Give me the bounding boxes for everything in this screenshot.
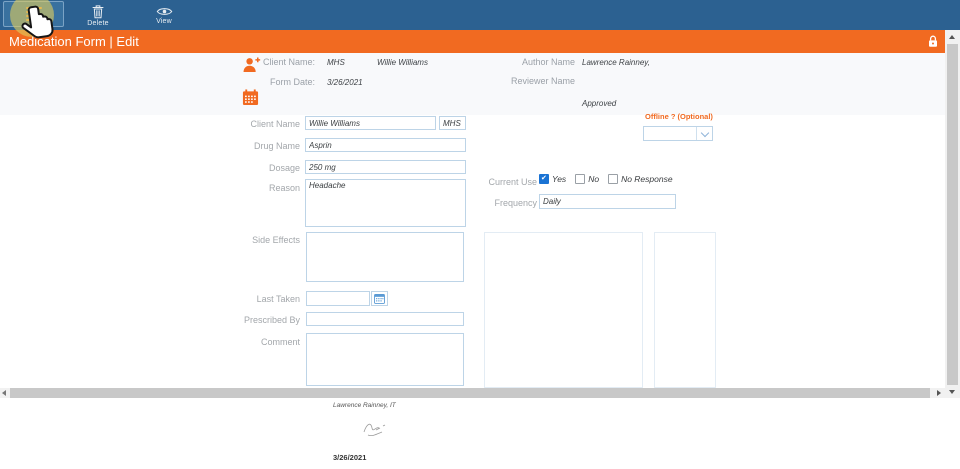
form-header-band: Client Name: MHS Willie Williams Form Da… <box>0 53 945 115</box>
dosage-input[interactable] <box>305 160 466 174</box>
medication-form-screen: Delete View Medication Form | Edit <box>0 0 960 469</box>
signed-by-text: Lawrence Rainney, IT <box>333 402 396 409</box>
checkbox-yes-label: Yes <box>552 174 566 184</box>
frequency-input[interactable] <box>539 194 676 209</box>
prescribed-by-input[interactable] <box>306 312 464 326</box>
chevron-down-icon <box>700 128 708 136</box>
checkbox-yes[interactable] <box>539 174 549 184</box>
view-button[interactable]: View <box>138 1 190 29</box>
horizontal-scrollbar[interactable] <box>0 388 945 398</box>
checkbox-no-response-label: No Response <box>621 174 673 184</box>
client-code-input[interactable] <box>439 116 466 130</box>
eye-icon <box>156 6 173 17</box>
signature-date: 3/26/2021 <box>333 453 366 462</box>
last-taken-input[interactable] <box>306 291 370 306</box>
empty-panel-small <box>654 232 716 388</box>
current-use-options: Yes No No Response <box>539 174 682 184</box>
reviewer-name-label: Reviewer Name <box>478 76 575 86</box>
comment-textarea[interactable] <box>306 333 464 386</box>
dropdown-arrow-button[interactable] <box>696 127 712 140</box>
author-name-value: Lawrence Rainney, <box>582 58 650 67</box>
current-use-option-yes[interactable]: Yes <box>539 174 566 184</box>
scroll-right-arrow[interactable] <box>937 390 941 396</box>
offline-optional-label: Offline ? (Optional) <box>645 112 713 121</box>
current-use-option-no-response[interactable]: No Response <box>608 174 673 184</box>
lock-icon <box>928 35 938 48</box>
view-button-label: View <box>156 18 172 25</box>
horizontal-scrollbar-thumb[interactable] <box>10 388 930 398</box>
author-name-label: Author Name <box>478 57 575 67</box>
field-label-side-effects: Side Effects <box>228 235 300 245</box>
client-name-value: Willie Williams <box>377 58 428 67</box>
scroll-up-arrow[interactable] <box>949 35 955 39</box>
offline-dropdown[interactable] <box>643 126 713 141</box>
drug-name-input[interactable] <box>305 138 466 152</box>
reason-textarea[interactable]: Headache <box>305 179 466 227</box>
date-picker-button[interactable] <box>371 291 388 306</box>
form-tool-button[interactable] <box>3 1 64 27</box>
current-use-option-no[interactable]: No <box>575 174 599 184</box>
date-picker-calendar-icon <box>374 293 385 304</box>
form-date-value: 3/26/2021 <box>327 78 363 87</box>
trash-icon <box>91 4 105 19</box>
signature-footer: Lawrence Rainney, IT 3/26/2021 <box>0 398 960 469</box>
signature-scribble <box>356 420 398 442</box>
field-label-client-name: Client Name <box>228 119 300 129</box>
scroll-left-arrow[interactable] <box>2 390 6 396</box>
client-name-input[interactable] <box>305 116 436 130</box>
field-label-dosage: Dosage <box>228 163 300 173</box>
client-code-value: MHS <box>327 58 345 67</box>
page-title: Medication Form | Edit <box>9 34 139 49</box>
checkbox-no[interactable] <box>575 174 585 184</box>
form-lines-icon <box>26 7 42 21</box>
status-approved: Approved <box>582 99 616 108</box>
client-name-label: Client Name: <box>240 57 315 67</box>
checkbox-no-label: No <box>588 174 599 184</box>
title-bar: Medication Form | Edit <box>0 30 945 53</box>
toolbar: Delete View <box>0 0 960 30</box>
vertical-scrollbar-thumb[interactable] <box>947 44 958 385</box>
empty-panel-large <box>484 232 643 388</box>
form-date-label: Form Date: <box>240 77 315 87</box>
side-effects-textarea[interactable] <box>306 232 464 282</box>
vertical-scrollbar[interactable] <box>945 30 960 398</box>
field-label-current-use: Current Use <box>455 177 537 187</box>
scroll-down-arrow[interactable] <box>949 390 955 394</box>
checkbox-no-response[interactable] <box>608 174 618 184</box>
field-label-prescribed-by: Prescribed By <box>228 315 300 325</box>
field-label-reason: Reason <box>228 183 300 193</box>
field-label-drug-name: Drug Name <box>228 141 300 151</box>
field-label-last-taken: Last Taken <box>228 294 300 304</box>
calendar-icon <box>242 89 259 106</box>
field-label-frequency: Frequency <box>455 198 537 208</box>
form-body: Client Name Drug Name Dosage Reason Head… <box>0 115 945 388</box>
delete-button-label: Delete <box>87 20 108 27</box>
field-label-comment: Comment <box>228 337 300 347</box>
delete-button[interactable]: Delete <box>72 1 124 29</box>
